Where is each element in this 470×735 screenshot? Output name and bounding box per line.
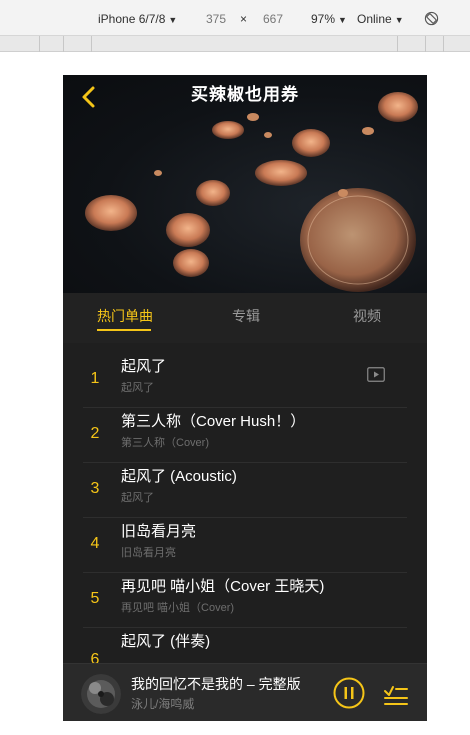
now-playing-artist: 泳儿/海鸣威 <box>131 697 195 711</box>
singer-header: 买辣椒也用券 <box>63 75 427 293</box>
network-caret: ▼ <box>394 15 404 25</box>
tab-albums[interactable]: 专辑 <box>232 307 260 325</box>
song-title: 起风了 (Acoustic) <box>121 468 237 485</box>
viewport-height-input[interactable]: 667 <box>263 12 283 26</box>
network-value: Online <box>357 12 392 26</box>
device-caret: ▼ <box>168 15 178 25</box>
devtools-device-toolbar: iPhone 6/7/8 ▼ 375 × 667 97% ▼ Online ▼ <box>0 0 470 36</box>
song-index: 5 <box>90 590 100 607</box>
song-title: 起风了 (伴奏) <box>121 633 211 650</box>
ruler-segment[interactable] <box>92 36 398 52</box>
song-title: 起风了 <box>121 358 167 375</box>
song-index: 3 <box>90 480 100 497</box>
tab-videos[interactable]: 视频 <box>353 307 381 325</box>
zoom-caret: ▼ <box>338 15 347 25</box>
song-row[interactable]: 5 再见吧 喵小姐（Cover 王晓天) 再见吧 喵小姐（Cover) <box>83 573 407 628</box>
ruler-segment[interactable] <box>426 36 444 52</box>
mini-player[interactable]: 我的回忆不是我的 – 完整版 泳儿/海鸣威 <box>63 663 427 721</box>
viewport-width-input[interactable]: 375 <box>206 12 226 26</box>
tab-hot-singles[interactable]: 热门单曲 <box>97 307 153 325</box>
song-row[interactable]: 6 起风了 (伴奏) <box>83 628 407 663</box>
song-index: 4 <box>90 535 100 552</box>
dimension-separator: × <box>240 12 248 26</box>
jellyfish-cover-image <box>85 92 418 292</box>
ruler-segment[interactable] <box>398 36 426 52</box>
song-subtitle: 起风了 <box>121 492 154 504</box>
zoom-select[interactable]: 97% ▼ <box>311 12 347 27</box>
active-tab-indicator <box>97 329 151 331</box>
device-select[interactable]: iPhone 6/7/8 ▼ <box>98 12 177 27</box>
rotate-icon[interactable] <box>424 11 439 26</box>
media-query-ruler <box>0 36 470 52</box>
song-index: 1 <box>90 370 100 387</box>
ruler-segment[interactable] <box>0 36 40 52</box>
phone-viewport: 买辣椒也用券 热门单曲 专辑 视频 1 起风了 起风了 2 第三人称（Cover… <box>63 75 427 721</box>
song-index: 2 <box>90 425 100 442</box>
device-name: iPhone 6/7/8 <box>98 12 166 26</box>
song-subtitle: 旧岛看月亮 <box>121 547 176 559</box>
song-subtitle: 再见吧 喵小姐（Cover) <box>121 602 235 614</box>
song-title: 再见吧 喵小姐（Cover 王晓天) <box>121 578 325 595</box>
song-title: 第三人称（Cover Hush！） <box>121 413 306 430</box>
song-list: 1 起风了 起风了 2 第三人称（Cover Hush！） 第三人称（Cover… <box>63 343 427 663</box>
playlist-icon[interactable] <box>381 678 411 708</box>
play-video-icon[interactable] <box>367 367 385 382</box>
pause-button[interactable] <box>333 677 365 709</box>
album-art <box>81 674 121 714</box>
page-title: 买辣椒也用券 <box>191 85 299 104</box>
ruler-segment[interactable] <box>64 36 92 52</box>
song-row[interactable]: 4 旧岛看月亮 旧岛看月亮 <box>83 518 407 573</box>
song-row[interactable]: 2 第三人称（Cover Hush！） 第三人称（Cover) <box>83 408 407 463</box>
now-playing-title: 我的回忆不是我的 – 完整版 <box>131 676 301 692</box>
song-subtitle: 起风了 <box>121 382 154 394</box>
song-row[interactable]: 3 起风了 (Acoustic) 起风了 <box>83 463 407 518</box>
song-index: 6 <box>90 651 100 663</box>
song-title: 旧岛看月亮 <box>121 523 197 540</box>
ruler-segment[interactable] <box>40 36 64 52</box>
tab-bar: 热门单曲 专辑 视频 <box>63 293 427 343</box>
song-subtitle: 第三人称（Cover) <box>121 437 210 449</box>
song-row[interactable]: 1 起风了 起风了 <box>83 353 407 408</box>
network-select[interactable]: Online ▼ <box>357 12 404 27</box>
zoom-value: 97% <box>311 12 336 26</box>
